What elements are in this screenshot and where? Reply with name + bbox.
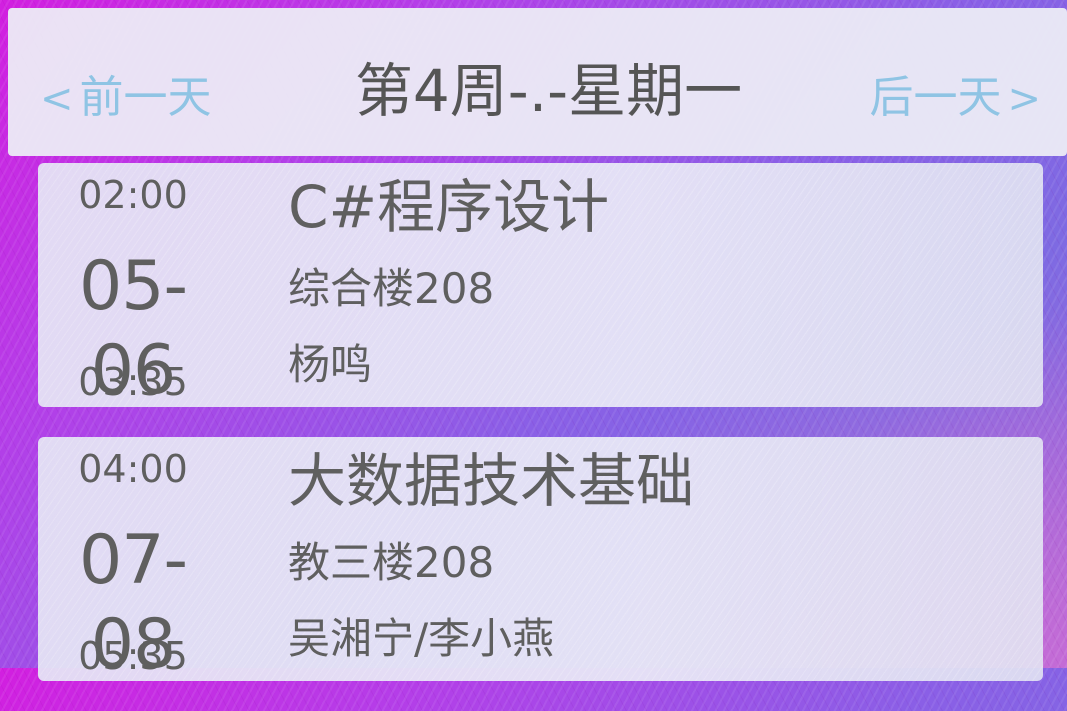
- next-day-label: 后一天: [869, 72, 1002, 123]
- course-teacher: 杨鸣: [288, 340, 373, 389]
- course-room: 教三楼208: [288, 538, 495, 587]
- start-time: 04:00: [78, 447, 188, 491]
- chevron-right-icon: >: [1007, 76, 1041, 122]
- time-column: 04:00 07-08 05:35: [38, 437, 228, 684]
- header-bar: < 前一天 第4周-.-星期一 后一天 >: [8, 8, 1067, 156]
- course-card[interactable]: 04:00 07-08 05:35 大数据技术基础 教三楼208 吴湘宁/李小燕: [38, 437, 1043, 684]
- course-name: 大数据技术基础: [288, 447, 695, 515]
- course-room: 综合楼208: [288, 264, 495, 313]
- end-time: 03:35: [78, 360, 188, 404]
- time-column: 02:00 05-06 03:35: [38, 163, 228, 410]
- course-card[interactable]: 02:00 05-06 03:35 C#程序设计 综合楼208 杨鸣: [38, 163, 1043, 410]
- course-name: C#程序设计: [288, 173, 610, 241]
- next-day-button[interactable]: 后一天 >: [869, 68, 1041, 129]
- course-teacher: 吴湘宁/李小燕: [288, 614, 555, 663]
- start-time: 02:00: [78, 173, 188, 217]
- course-list: 02:00 05-06 03:35 C#程序设计 综合楼208 杨鸣 04:00…: [38, 163, 1043, 711]
- end-time: 05:35: [78, 634, 188, 678]
